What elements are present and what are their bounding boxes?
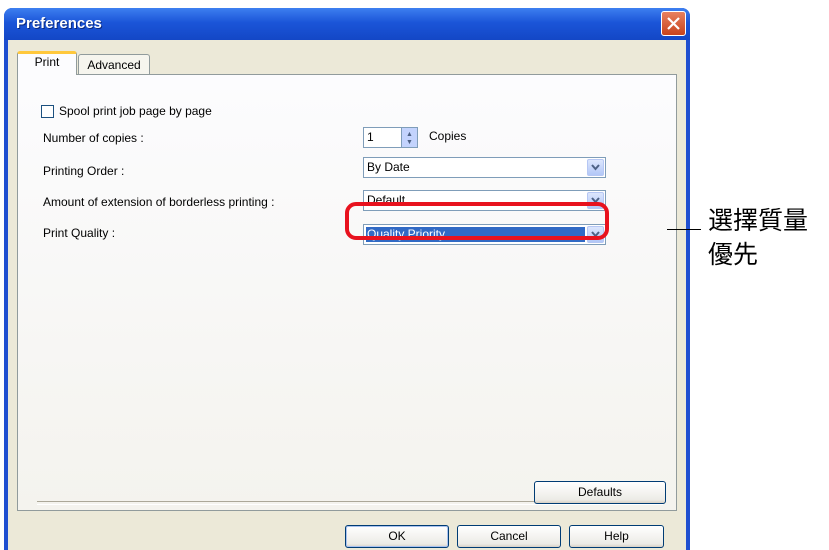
- defaults-button-label: Defaults: [577, 485, 623, 499]
- printing-order-select[interactable]: By Date: [363, 157, 606, 178]
- ok-button[interactable]: OK: [345, 525, 449, 548]
- spool-checkbox[interactable]: [41, 105, 54, 118]
- close-icon: [667, 17, 680, 30]
- copies-value: 1: [367, 130, 374, 144]
- spin-up-icon[interactable]: ▲: [406, 131, 413, 138]
- callout-text: 選擇質量 優先: [708, 204, 808, 272]
- callout-line: [667, 229, 701, 230]
- copies-unit: Copies: [429, 129, 467, 143]
- tab-print-label: Print: [34, 55, 60, 69]
- close-button[interactable]: [661, 11, 686, 36]
- help-button-label: Help: [604, 529, 629, 543]
- cancel-button[interactable]: Cancel: [457, 525, 561, 548]
- ok-button-label: OK: [388, 529, 406, 543]
- spin-down-icon[interactable]: ▼: [406, 139, 413, 146]
- callout-line-1: 選擇質量: [708, 206, 809, 235]
- printing-order-value: By Date: [367, 160, 410, 174]
- tab-advanced-label: Advanced: [87, 58, 141, 72]
- callout-line-2: 優先: [708, 240, 759, 269]
- defaults-button[interactable]: Defaults: [534, 481, 666, 504]
- copies-input[interactable]: 1: [363, 127, 402, 148]
- chevron-down-icon[interactable]: [587, 159, 604, 176]
- borderless-label: Amount of extension of borderless printi…: [43, 195, 275, 209]
- dialog-client: Print Advanced Spool print job page by p…: [8, 40, 686, 550]
- preferences-dialog: Preferences Print Advanced Spool print j…: [4, 8, 690, 550]
- help-button[interactable]: Help: [569, 525, 664, 548]
- window-title: Preferences: [16, 15, 102, 32]
- copies-label: Number of copies :: [43, 131, 144, 145]
- tab-advanced[interactable]: Advanced: [78, 54, 150, 75]
- order-label: Printing Order :: [43, 164, 125, 178]
- tab-print[interactable]: Print: [17, 51, 77, 75]
- quality-highlight-annotation: [345, 202, 609, 240]
- title-bar[interactable]: Preferences: [4, 8, 690, 40]
- spool-label[interactable]: Spool print job page by page: [59, 104, 212, 118]
- copies-spinner[interactable]: ▲ ▼: [402, 127, 418, 148]
- cancel-button-label: Cancel: [490, 529, 528, 543]
- quality-label: Print Quality :: [43, 226, 116, 240]
